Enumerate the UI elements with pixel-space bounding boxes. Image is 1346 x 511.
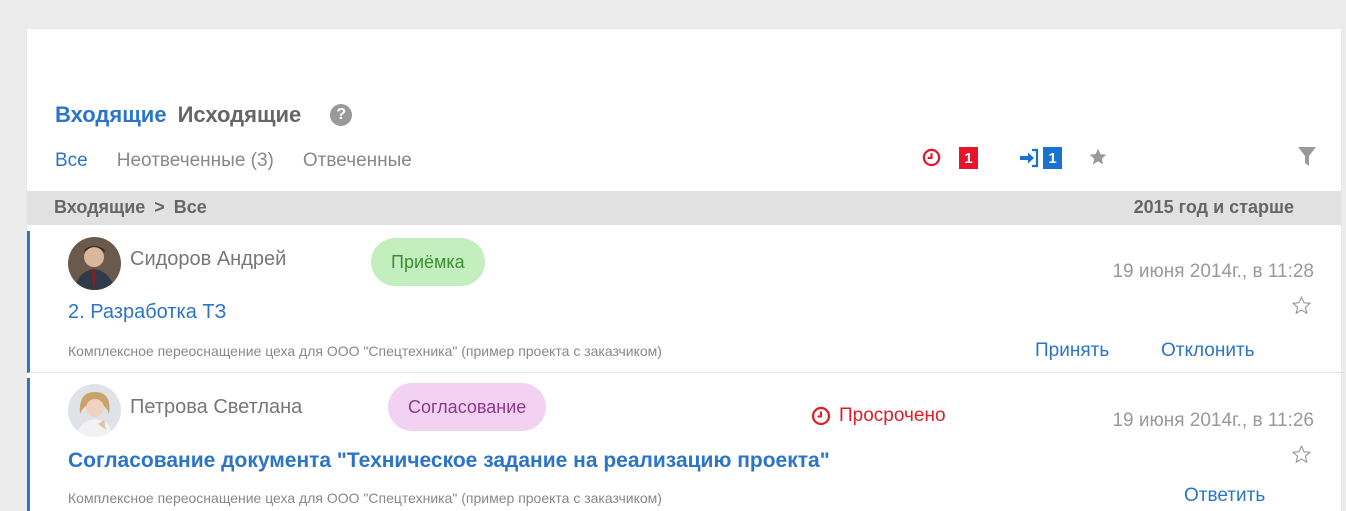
- tab-outgoing[interactable]: Исходящие: [178, 102, 302, 128]
- breadcrumb: Входящие > Все: [54, 197, 207, 218]
- message-date: 19 июня 2014г., в 11:26: [1112, 410, 1314, 431]
- avatar: [68, 384, 121, 437]
- subtab-unanswered[interactable]: Неотвеченные (3): [117, 150, 274, 172]
- help-icon[interactable]: ?: [330, 104, 353, 126]
- overdue-status: Просрочено: [811, 405, 946, 427]
- incoming-count-badge[interactable]: 1: [1043, 147, 1062, 169]
- avatar: [68, 237, 121, 290]
- inbox-panel: Входящие Исходящие ? Все Неотвеченные (3…: [27, 29, 1344, 511]
- project-name: Комплексное переоснащение цеха для ООО "…: [68, 343, 662, 359]
- sign-in-icon[interactable]: [1018, 147, 1040, 169]
- breadcrumb-current: Все: [173, 197, 207, 217]
- tab-incoming[interactable]: Входящие: [55, 102, 167, 128]
- star-filter-icon[interactable]: [1088, 147, 1108, 167]
- main-tabs: Входящие Исходящие ?: [55, 102, 353, 128]
- author-name: Сидоров Андрей: [130, 248, 287, 270]
- star-icon[interactable]: [1291, 444, 1312, 465]
- breadcrumb-separator: >: [154, 197, 165, 217]
- message-date: 19 июня 2014г., в 11:28: [1112, 261, 1314, 282]
- status-tag: Согласование: [388, 383, 547, 431]
- author-name: Петрова Светлана: [130, 396, 303, 418]
- breadcrumb-bar: Входящие > Все 2015 год и старше: [27, 191, 1341, 225]
- clock-icon[interactable]: [922, 148, 941, 167]
- message-row[interactable]: Петрова Светлана Согласование Просрочено…: [27, 378, 1344, 511]
- status-tag: Приёмка: [371, 238, 485, 286]
- overdue-label: Просрочено: [839, 405, 946, 426]
- task-link[interactable]: 2. Разработка ТЗ: [68, 301, 226, 324]
- task-link[interactable]: Согласование документа "Техническое зада…: [68, 449, 830, 473]
- sub-tabs: Все Неотвеченные (3) Отвеченные: [55, 150, 441, 172]
- period-label[interactable]: 2015 год и старше: [1134, 197, 1294, 218]
- star-icon[interactable]: [1291, 295, 1312, 316]
- decline-button[interactable]: Отклонить: [1161, 340, 1255, 362]
- subtab-answered[interactable]: Отвеченные: [303, 150, 412, 172]
- project-name: Комплексное переоснащение цеха для ООО "…: [68, 490, 662, 506]
- accept-button[interactable]: Принять: [1035, 340, 1109, 362]
- toolbar: 1 1: [922, 145, 1316, 171]
- reply-button[interactable]: Ответить: [1184, 485, 1265, 507]
- breadcrumb-root[interactable]: Входящие: [54, 197, 145, 217]
- subtab-all[interactable]: Все: [55, 150, 88, 172]
- filter-icon[interactable]: [1297, 146, 1317, 168]
- clock-icon: [811, 406, 831, 426]
- overdue-count-badge[interactable]: 1: [959, 147, 978, 169]
- message-row[interactable]: Сидоров Андрей Приёмка 19 июня 2014г., в…: [27, 231, 1344, 373]
